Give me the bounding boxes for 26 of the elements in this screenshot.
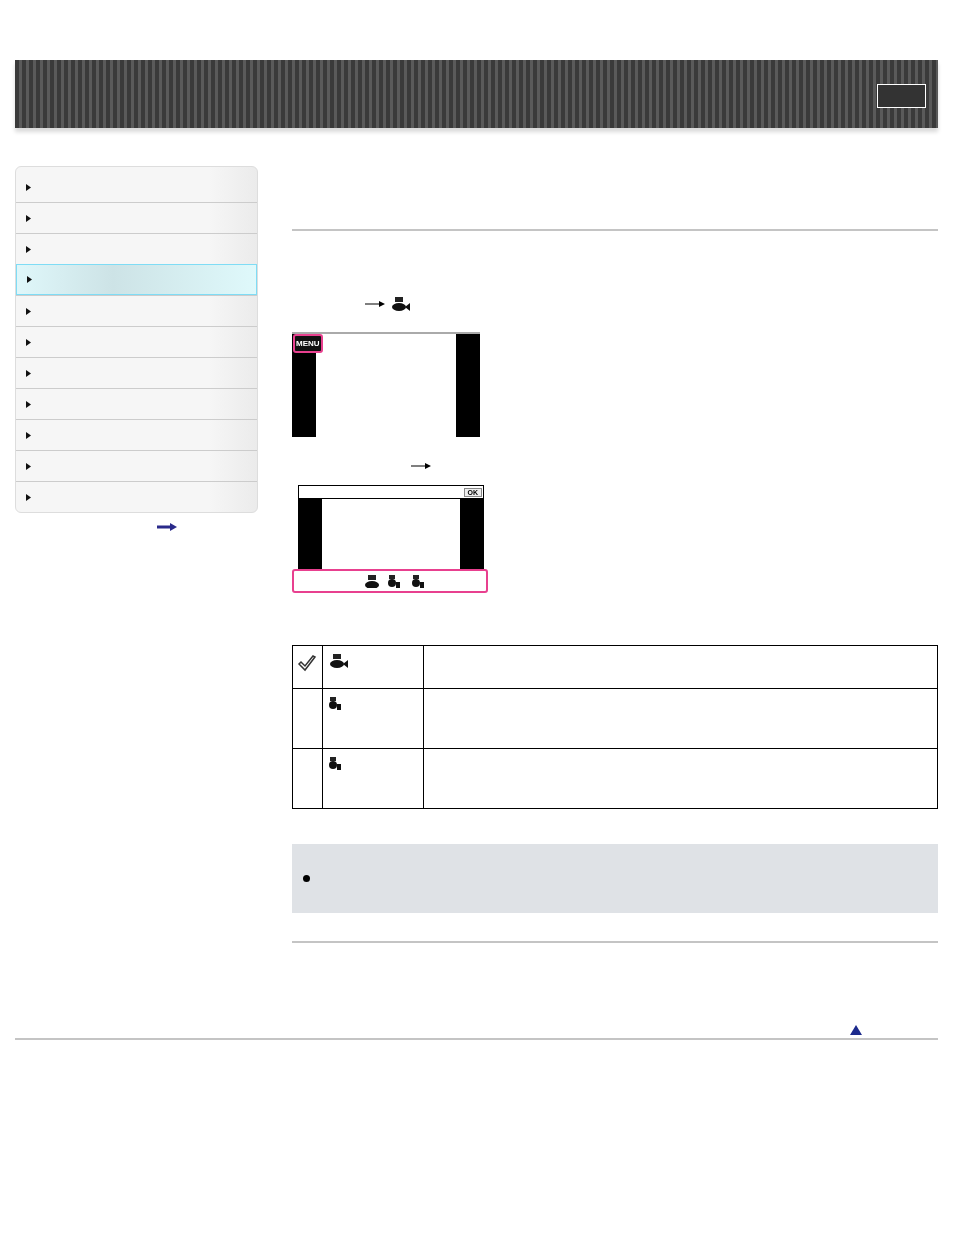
arrow-icon — [411, 462, 431, 470]
movie-camera-icon[interactable] — [411, 574, 427, 588]
triangle-icon — [26, 400, 31, 408]
arrow-icon[interactable] — [157, 523, 177, 531]
triangle-icon — [27, 276, 32, 283]
triangle-icon — [26, 245, 31, 253]
triangle-icon — [26, 369, 31, 377]
movie-camera-icon[interactable] — [363, 574, 379, 588]
arrow-icon — [365, 300, 385, 308]
triangle-icon — [26, 307, 31, 315]
menu-label[interactable]: MENU — [293, 334, 323, 353]
triangle-icon — [26, 338, 31, 346]
movie-camera-icon — [328, 697, 342, 710]
bullet-icon — [303, 875, 310, 882]
triangle-icon — [26, 214, 31, 222]
movie-camera-icon — [328, 757, 342, 770]
movie-camera-icon — [328, 654, 348, 668]
sidebar-item[interactable] — [16, 264, 257, 295]
header-button[interactable] — [877, 84, 926, 108]
movie-camera-icon[interactable] — [387, 574, 403, 588]
triangle-icon — [26, 462, 31, 470]
triangle-icon — [26, 184, 31, 191]
up-arrow-icon[interactable] — [850, 1025, 862, 1035]
triangle-icon — [26, 493, 31, 501]
movie-camera-icon — [390, 297, 410, 311]
triangle-icon — [26, 431, 31, 439]
